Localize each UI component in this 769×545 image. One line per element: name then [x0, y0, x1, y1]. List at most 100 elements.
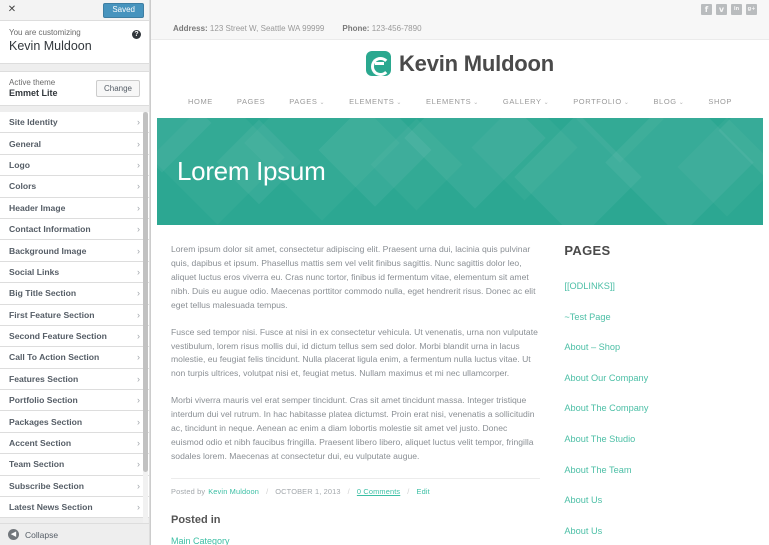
page-link[interactable]: About The Team	[564, 465, 631, 475]
customizing-label: You are customizing	[9, 28, 81, 37]
panel-label: Subscribe Section	[9, 480, 84, 491]
site-title: Kevin Muldoon	[9, 39, 92, 53]
post-body: Lorem ipsum dolor sit amet, consectetur …	[171, 243, 540, 464]
customizer-panel-social-links[interactable]: Social Links ›	[0, 261, 149, 284]
posted-in-category[interactable]: Main Category	[171, 536, 540, 545]
collapse-label: Collapse	[25, 529, 59, 540]
chevron-right-icon: ›	[137, 138, 140, 149]
list-item: About The Company	[564, 398, 763, 416]
sidebar-scrollbar[interactable]	[143, 112, 148, 523]
customizer-panel-second-feature-section[interactable]: Second Feature Section ›	[0, 325, 149, 348]
customizer-panel-subscribe-section[interactable]: Subscribe Section ›	[0, 475, 149, 498]
post-column: Lorem ipsum dolor sit amet, consectetur …	[157, 243, 554, 545]
page-link[interactable]: About Our Company	[564, 373, 648, 383]
customizer-panel-first-feature-section[interactable]: First Feature Section ›	[0, 304, 149, 326]
page-link[interactable]: About Us	[564, 495, 602, 505]
customizer-panel-colors[interactable]: Colors ›	[0, 176, 149, 198]
sidebar-scroll-thumb[interactable]	[143, 112, 148, 472]
customizer-panel-accent-section[interactable]: Accent Section ›	[0, 432, 149, 455]
main-navigation[interactable]: HOME PAGES PAGES ⌄ ELEMENTS ⌄ ELEMENTS ⌄ GALLERY…	[151, 87, 769, 115]
content-area: Lorem ipsum dolor sit amet, consectetur …	[151, 225, 769, 545]
meta-divider	[171, 477, 541, 479]
list-item: About The Team	[564, 460, 763, 478]
meta-separator: /	[266, 486, 269, 496]
chevron-down-icon: ⌄	[543, 99, 550, 106]
contact-info: Address: 123 Street W, Seattle WA 99999 …	[173, 24, 422, 33]
help-icon[interactable]: ?	[132, 30, 141, 39]
posted-by-label: Posted by	[171, 486, 206, 496]
page-link[interactable]: About The Studio	[564, 434, 635, 444]
chevron-right-icon: ›	[137, 373, 140, 384]
customizer-panel-contact-information[interactable]: Contact Information ›	[0, 218, 149, 241]
nav-item-pages[interactable]: PAGES ⌄	[277, 97, 337, 106]
address-label: Address:	[173, 24, 208, 33]
meta-separator: /	[407, 486, 410, 496]
chevron-right-icon: ›	[137, 117, 140, 128]
nav-item-blog[interactable]: BLOG ⌄	[641, 97, 696, 106]
panel-label: Packages Section	[9, 416, 83, 427]
googleplus-icon[interactable]: g+	[746, 4, 757, 15]
list-item: About Us	[564, 490, 763, 508]
nav-item-elements[interactable]: ELEMENTS ⌄	[337, 97, 414, 106]
customizer-panel-portfolio-section[interactable]: Portfolio Section ›	[0, 390, 149, 412]
page-link[interactable]: About Us	[564, 526, 602, 536]
customizer-panel-site-identity[interactable]: Site Identity ›	[0, 112, 149, 134]
comments-link[interactable]: 0 Comments	[357, 487, 400, 496]
nav-item-portfolio[interactable]: PORTFOLIO ⌄	[561, 97, 641, 106]
customizer-panel-logo[interactable]: Logo ›	[0, 154, 149, 177]
page-link[interactable]: ~Test Page	[564, 312, 610, 322]
twitter-icon[interactable]: ᴠ	[716, 4, 727, 15]
active-theme-name: Emmet Lite	[9, 88, 58, 99]
customizer-screen: ✕ Saved You are customizing Kevin Muldoo…	[0, 0, 769, 545]
chevron-right-icon: ›	[137, 352, 140, 363]
customizer-panel-background-image[interactable]: Background Image ›	[0, 240, 149, 262]
chevron-right-icon: ›	[137, 438, 140, 449]
list-item: About – Shop	[564, 337, 763, 355]
nav-item-home[interactable]: HOME	[176, 97, 225, 106]
chevron-right-icon: ›	[137, 331, 140, 342]
customizer-sidebar: ✕ Saved You are customizing Kevin Muldoo…	[0, 0, 150, 545]
nav-item-gallery[interactable]: GALLERY ⌄	[491, 97, 561, 106]
brand-name: Kevin Muldoon	[398, 50, 555, 76]
nav-item-pages[interactable]: PAGES	[225, 97, 277, 106]
chevron-right-icon: ›	[137, 224, 140, 235]
linkedin-icon[interactable]: in	[731, 4, 742, 15]
page-link[interactable]: [[ODLINKS]]	[564, 281, 615, 291]
facebook-icon[interactable]: f	[701, 4, 712, 15]
customizer-panel-team-section[interactable]: Team Section ›	[0, 454, 149, 476]
save-button[interactable]: Saved	[103, 2, 144, 18]
list-item: ~Test Page	[564, 307, 763, 325]
edit-link[interactable]: Edit	[417, 487, 430, 496]
panel-label: Team Section	[9, 459, 65, 470]
page-link[interactable]: About – Shop	[564, 342, 620, 352]
chevron-right-icon: ›	[137, 395, 140, 406]
logo-icon	[365, 51, 391, 76]
list-item: About Our Company	[564, 368, 763, 386]
meta-separator: /	[347, 486, 350, 496]
customizer-panel-list[interactable]: Site Identity › General › Logo › Colors › Header…	[0, 112, 149, 523]
post-author-link[interactable]: Kevin Muldoon	[208, 487, 259, 496]
change-theme-button[interactable]: Change	[95, 79, 140, 97]
customizer-panel-latest-news-section[interactable]: Latest News Section ›	[0, 497, 149, 519]
chevron-right-icon: ›	[137, 245, 140, 256]
page-link[interactable]: About The Company	[564, 403, 648, 413]
customizer-panel-header-image[interactable]: Header Image ›	[0, 197, 149, 219]
site-branding[interactable]: Kevin Muldoon	[151, 40, 769, 87]
close-icon[interactable]: ✕	[5, 3, 19, 17]
post-paragraph: Morbi viverra mauris vel erat semper tin…	[171, 395, 535, 461]
social-links[interactable]: f ᴠ in g+	[701, 4, 757, 15]
customizer-panel-features-section[interactable]: Features Section ›	[0, 368, 149, 391]
panel-label: Second Feature Section	[9, 331, 107, 342]
chevron-right-icon: ›	[137, 159, 140, 170]
list-item: About Us	[564, 521, 763, 539]
nav-item-elements[interactable]: ELEMENTS ⌄	[414, 97, 491, 106]
customizer-panel-general[interactable]: General ›	[0, 133, 149, 155]
active-theme-label: Active theme	[9, 78, 56, 87]
panel-label: Site Identity	[9, 117, 58, 128]
customizer-panel-call-to-action-section[interactable]: Call To Action Section ›	[0, 347, 149, 369]
nav-item-shop[interactable]: SHOP	[696, 97, 744, 106]
pages-widget-list[interactable]: [[ODLINKS]] ~Test Page About – Shop About O…	[564, 276, 763, 545]
customizer-panel-big-title-section[interactable]: Big Title Section ›	[0, 283, 149, 305]
collapse-button[interactable]: ◀ Collapse	[0, 523, 149, 545]
customizer-panel-packages-section[interactable]: Packages Section ›	[0, 411, 149, 433]
